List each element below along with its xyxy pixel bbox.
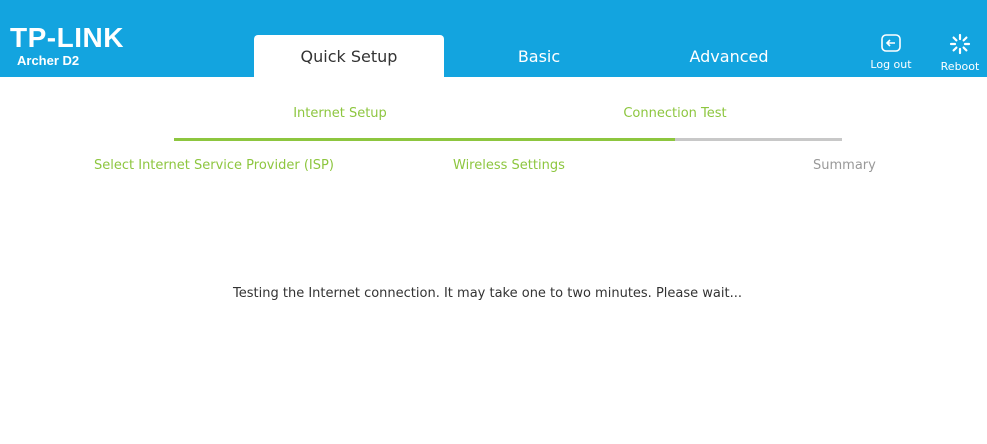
reboot-button[interactable]: Reboot (932, 33, 987, 73)
substep-wireless-settings: Wireless Settings (453, 158, 565, 173)
reboot-label: Reboot (940, 60, 980, 73)
tab-basic[interactable]: Basic (444, 35, 634, 77)
tp-link-logo: TP-LINK (10, 22, 124, 53)
substep-select-isp: Select Internet Service Provider (ISP) (94, 158, 334, 173)
step-connection-test: Connection Test (623, 106, 727, 121)
reboot-icon (949, 33, 971, 55)
status-message: Testing the Internet connection. It may … (233, 286, 742, 301)
logout-icon (881, 34, 901, 52)
tab-quick-setup[interactable]: Quick Setup (254, 35, 444, 77)
logout-label: Log out (870, 58, 912, 71)
step-internet-setup: Internet Setup (293, 106, 387, 121)
logout-button[interactable]: Log out (863, 33, 919, 71)
model-name: Archer D2 (17, 53, 80, 68)
top-header: TP-LINK Archer D2 Quick Setup Basic Adva… (0, 0, 987, 77)
tab-advanced[interactable]: Advanced (634, 35, 824, 77)
substep-summary: Summary (813, 158, 876, 173)
progress-fill (174, 138, 675, 141)
